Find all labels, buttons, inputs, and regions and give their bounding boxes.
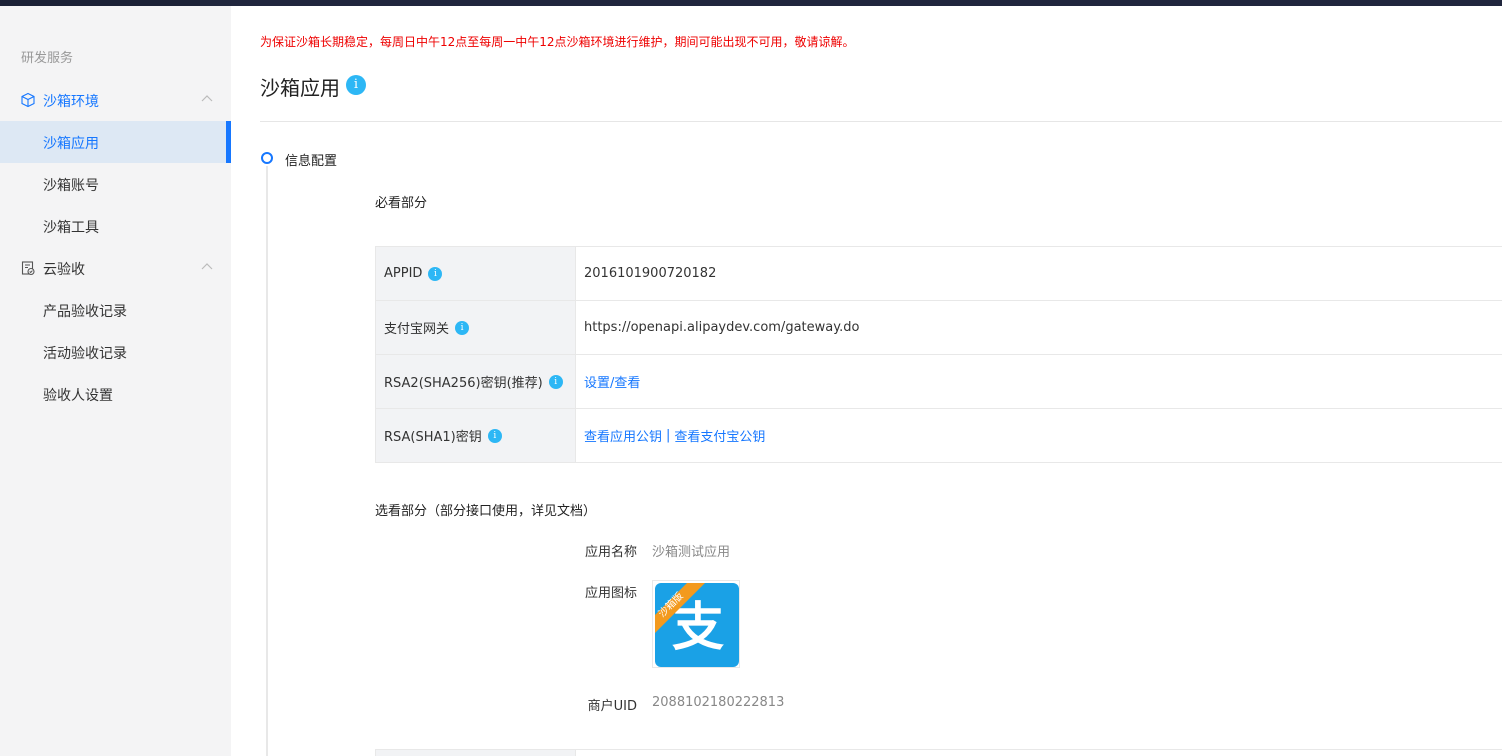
appid-value: 2016101900720182 bbox=[584, 266, 717, 281]
merchant-uid-label: 商户UID bbox=[587, 699, 637, 714]
sidebar-item-sandbox-tools[interactable]: 沙箱工具 bbox=[0, 205, 231, 247]
sidebar-group-label: 云验收 bbox=[43, 262, 85, 278]
page-title: 沙箱应用 bbox=[260, 76, 340, 100]
maintenance-notice: 为保证沙箱长期稳定，每周日中午12点至每周一中午12点沙箱环境进行维护，期间可能… bbox=[260, 35, 855, 49]
timeline-dot bbox=[261, 152, 273, 164]
sidebar-item-label: 沙箱工具 bbox=[43, 220, 99, 236]
must-read-title: 必看部分 bbox=[375, 196, 428, 211]
row-key: RSA2(SHA256)密钥(推荐) i bbox=[376, 355, 576, 408]
row-value: 设置/查看 bbox=[576, 355, 1502, 408]
app-icon-image: 支 沙箱版 bbox=[652, 580, 740, 668]
sidebar-item-acceptor-settings[interactable]: 验收人设置 bbox=[0, 373, 231, 415]
step-label: 信息配置 bbox=[285, 154, 338, 169]
info-icon[interactable]: i bbox=[548, 374, 563, 389]
sidebar-group-sandbox[interactable]: 沙箱环境 bbox=[0, 79, 231, 121]
row-key bbox=[376, 750, 576, 756]
sidebar-item-label: 沙箱账号 bbox=[43, 178, 99, 194]
app-icon-label: 应用图标 bbox=[584, 586, 637, 601]
sidebar-item-sandbox-account[interactable]: 沙箱账号 bbox=[0, 163, 231, 205]
sidebar-item-product-acceptance[interactable]: 产品验收记录 bbox=[0, 289, 231, 331]
key-label: APPID bbox=[384, 266, 423, 281]
table-row-rsa2: RSA2(SHA256)密钥(推荐) i 设置/查看 bbox=[376, 355, 1502, 409]
row-key: RSA(SHA1)密钥 i bbox=[376, 409, 576, 462]
sidebar-group-label: 沙箱环境 bbox=[43, 94, 99, 110]
sidebar-item-sandbox-app[interactable]: 沙箱应用 bbox=[0, 121, 231, 163]
app-name-label: 应用名称 bbox=[584, 545, 637, 560]
sidebar-item-label: 产品验收记录 bbox=[43, 304, 127, 320]
app-name-value: 沙箱测试应用 bbox=[652, 545, 731, 560]
info-icon[interactable]: i bbox=[346, 75, 366, 95]
chevron-up-icon[interactable] bbox=[200, 260, 214, 274]
sidebar-item-activity-acceptance[interactable]: 活动验收记录 bbox=[0, 331, 231, 373]
timeline-line bbox=[266, 166, 268, 756]
merchant-uid-value: 2088102180222813 bbox=[652, 695, 785, 710]
sidebar-group-cloud-acceptance[interactable]: 云验收 bbox=[0, 247, 231, 289]
link-separator: | bbox=[666, 428, 671, 443]
config-table: APPID i 2016101900720182 支付宝网关 i https://o… bbox=[375, 246, 1502, 463]
row-key: APPID i bbox=[376, 247, 576, 300]
table-row-appid: APPID i 2016101900720182 bbox=[376, 247, 1502, 301]
gateway-value: https://openapi.alipaydev.com/gateway.do bbox=[584, 320, 860, 335]
divider bbox=[260, 121, 1502, 122]
table-row-gateway: 支付宝网关 i https://openapi.alipaydev.com/gat… bbox=[376, 301, 1502, 355]
active-indicator bbox=[226, 121, 231, 163]
key-label: RSA(SHA1)密钥 bbox=[384, 430, 482, 445]
sidebar-section-title: 研发服务 bbox=[21, 51, 74, 66]
table-row-rsa: RSA(SHA1)密钥 i 查看应用公钥 | 查看支付宝公钥 bbox=[376, 409, 1502, 463]
key-label: RSA2(SHA256)密钥(推荐) bbox=[384, 376, 543, 391]
info-icon[interactable]: i bbox=[455, 320, 470, 335]
key-label: 支付宝网关 bbox=[384, 322, 450, 337]
row-value: 查看应用公钥 | 查看支付宝公钥 bbox=[576, 409, 1502, 462]
optional-section-title: 选看部分（部分接口使用，详见文档） bbox=[375, 504, 597, 519]
row-key: 支付宝网关 i bbox=[376, 301, 576, 354]
rsa2-settings-link[interactable]: 设置/查看 bbox=[584, 372, 640, 391]
info-icon[interactable]: i bbox=[487, 428, 502, 443]
view-app-public-key-link[interactable]: 查看应用公钥 bbox=[584, 426, 662, 445]
sidebar-item-label: 沙箱应用 bbox=[43, 136, 99, 152]
sidebar: 研发服务 沙箱环境 沙箱应用 沙箱账号 沙箱工具 云验收 产品验收记录 活动验收… bbox=[0, 6, 231, 756]
sidebar-item-label: 活动验收记录 bbox=[43, 346, 127, 362]
top-header-strip bbox=[200, 0, 1502, 6]
alipay-logo-icon: 支 沙箱版 bbox=[655, 583, 739, 667]
chevron-up-icon[interactable] bbox=[200, 92, 214, 106]
view-alipay-public-key-link[interactable]: 查看支付宝公钥 bbox=[674, 426, 765, 445]
info-icon[interactable]: i bbox=[428, 266, 443, 281]
sidebar-item-label: 验收人设置 bbox=[43, 388, 113, 404]
cube-icon bbox=[21, 92, 35, 108]
clipboard-check-icon bbox=[21, 261, 35, 276]
next-table bbox=[375, 749, 1502, 756]
